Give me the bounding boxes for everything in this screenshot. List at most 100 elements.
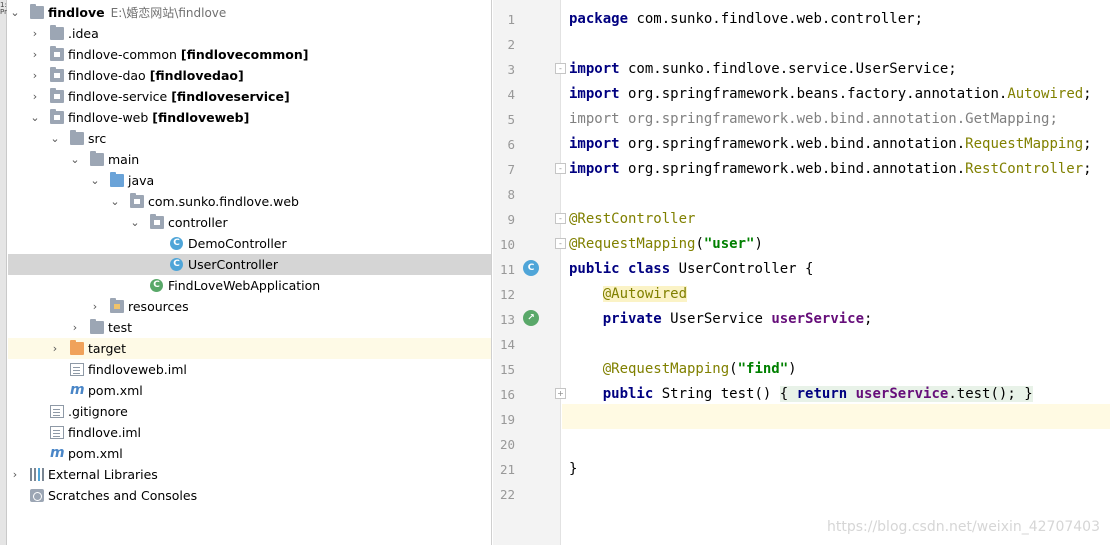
code-line-10[interactable]: @RequestMapping("user")	[569, 232, 763, 257]
tree-label: pom.xml	[68, 446, 123, 461]
tree-label: java	[128, 173, 155, 188]
code-line-6[interactable]: import org.springframework.web.bind.anno…	[569, 132, 1092, 157]
code-line-13[interactable]: private UserService userService;	[569, 307, 873, 332]
package-icon	[150, 214, 164, 229]
line-number: 10	[499, 237, 515, 252]
tree-row-java[interactable]: ⌄ java	[8, 170, 491, 191]
fold-marker-icon[interactable]: -	[555, 163, 566, 174]
line-number: 11	[499, 262, 515, 277]
chevron-right-icon[interactable]: ›	[8, 464, 22, 485]
chevron-right-icon[interactable]: ›	[48, 338, 62, 359]
code-line-3[interactable]: import com.sunko.findlove.service.UserSe…	[569, 57, 957, 82]
tree-label: com.sunko.findlove.web	[148, 194, 299, 209]
code-line-7[interactable]: import org.springframework.web.bind.anno…	[569, 157, 1092, 182]
excluded-folder-icon	[70, 340, 84, 355]
module-folder-icon	[50, 88, 64, 103]
chevron-right-icon[interactable]: ›	[28, 86, 42, 107]
tree-label: target	[88, 341, 127, 356]
folded-body[interactable]: { return userService.test(); }	[779, 386, 1033, 402]
project-tab-label: 1: Project	[0, 2, 7, 16]
code-line-11[interactable]: public class UserController {	[569, 257, 813, 282]
chevron-down-icon[interactable]: ⌄	[108, 191, 122, 212]
tree-row-scratches[interactable]: Scratches and Consoles	[8, 485, 491, 506]
tree-row-findlove-iml[interactable]: findlove.iml	[8, 422, 491, 443]
chevron-down-icon[interactable]: ⌄	[128, 212, 142, 233]
tree-row-findloveweb-iml[interactable]: findloveweb.iml	[8, 359, 491, 380]
resources-folder-icon	[110, 298, 124, 313]
scratches-icon	[30, 489, 44, 502]
project-tree[interactable]: ⌄ findlove E:\婚恋网站\findlove › .idea › fin…	[8, 0, 492, 545]
tree-row-root[interactable]: ⌄ findlove E:\婚恋网站\findlove	[8, 2, 491, 23]
project-tool-window-tab[interactable]: 1: Project	[0, 0, 7, 545]
autowired-navigate-icon[interactable]: ↗	[523, 310, 539, 326]
tree-row-external-libraries[interactable]: › External Libraries	[8, 464, 491, 485]
tree-row-findlove-dao[interactable]: › findlove-dao [findlovedao]	[8, 65, 491, 86]
chevron-down-icon[interactable]: ⌄	[48, 128, 62, 149]
expand-marker-icon[interactable]: +	[555, 388, 566, 399]
tree-row-src[interactable]: ⌄ src	[8, 128, 491, 149]
line-number: 16	[499, 387, 515, 402]
fold-marker-icon[interactable]: -	[555, 238, 566, 249]
chevron-right-icon[interactable]: ›	[28, 65, 42, 86]
chevron-down-icon[interactable]: ⌄	[28, 107, 42, 128]
tree-row-web-pom[interactable]: m pom.xml	[8, 380, 491, 401]
line-number: 20	[499, 437, 515, 452]
tree-label: findlove-dao	[68, 68, 146, 83]
module-name: [findlovedao]	[149, 68, 244, 83]
tree-row-idea[interactable]: › .idea	[8, 23, 491, 44]
tree-row-package[interactable]: ⌄ com.sunko.findlove.web	[8, 191, 491, 212]
tree-label: .idea	[68, 26, 99, 41]
tree-row-democontroller[interactable]: C DemoController	[8, 233, 491, 254]
tree-row-gitignore[interactable]: .gitignore	[8, 401, 491, 422]
chevron-right-icon[interactable]: ›	[28, 23, 42, 44]
tree-row-main[interactable]: ⌄ main	[8, 149, 491, 170]
code-line-21[interactable]: }	[569, 457, 577, 482]
chevron-right-icon[interactable]: ›	[68, 317, 82, 338]
code-line-9[interactable]: @RestController	[569, 207, 695, 232]
class-icon: C	[170, 258, 183, 271]
maven-icon: m	[50, 445, 65, 461]
code-line-4[interactable]: import org.springframework.beans.factory…	[569, 82, 1092, 107]
tree-label: controller	[168, 215, 228, 230]
tree-label: Scratches and Consoles	[48, 488, 198, 503]
tree-label: findlove-web	[68, 110, 149, 125]
tree-label: DemoController	[188, 236, 287, 251]
line-number: 5	[507, 112, 515, 127]
spring-bean-icon[interactable]: C	[523, 260, 539, 276]
code-editor[interactable]: 1 2 3 4 5 6 7 8 9 10 11 12 13 14 15 16 1…	[493, 0, 1110, 545]
chevron-right-icon[interactable]: ›	[28, 44, 42, 65]
tree-row-controller[interactable]: ⌄ controller	[8, 212, 491, 233]
tree-row-findlove-service[interactable]: › findlove-service [findloveservice]	[8, 86, 491, 107]
module-name: [findlovecommon]	[180, 47, 309, 62]
tree-row-resources[interactable]: › resources	[8, 296, 491, 317]
code-line-15[interactable]: @RequestMapping("find")	[569, 357, 797, 382]
chevron-down-icon[interactable]: ⌄	[68, 149, 82, 170]
chevron-down-icon[interactable]: ⌄	[8, 2, 22, 23]
chevron-down-icon[interactable]: ⌄	[88, 170, 102, 191]
tree-row-target[interactable]: › target	[8, 338, 491, 359]
tree-row-findlove-web[interactable]: ⌄ findlove-web [findloveweb]	[8, 107, 491, 128]
chevron-right-icon[interactable]: ›	[88, 296, 102, 317]
code-line-12[interactable]: @Autowired	[569, 282, 688, 307]
folder-icon	[70, 130, 84, 145]
tree-row-findlove-common[interactable]: › findlove-common [findlovecommon]	[8, 44, 491, 65]
source-folder-icon	[110, 172, 124, 187]
code-line-5-unused-import[interactable]: import org.springframework.web.bind.anno…	[569, 107, 1058, 132]
code-line-1[interactable]: package com.sunko.findlove.web.controlle…	[569, 7, 923, 32]
root-path: E:\婚恋网站\findlove	[110, 6, 227, 20]
tree-label: FindLoveWebApplication	[168, 278, 321, 293]
code-line-16[interactable]: public String test() { return userServic…	[569, 382, 1033, 407]
tree-row-test[interactable]: › test	[8, 317, 491, 338]
module-folder-icon	[50, 46, 64, 61]
tree-row-usercontroller[interactable]: C UserController	[8, 254, 491, 275]
tree-row-findlovewebapplication[interactable]: C FindLoveWebApplication	[8, 275, 491, 296]
fold-marker-icon[interactable]: -	[555, 213, 566, 224]
fold-marker-icon[interactable]: -	[555, 63, 566, 74]
gitignore-file-icon	[50, 405, 64, 418]
root-label: findlove	[48, 5, 105, 20]
tree-label: UserController	[188, 257, 278, 272]
tree-label: .gitignore	[68, 404, 128, 419]
tree-row-root-pom[interactable]: m pom.xml	[8, 443, 491, 464]
tree-label: findlove.iml	[68, 425, 142, 440]
maven-icon: m	[70, 382, 85, 398]
